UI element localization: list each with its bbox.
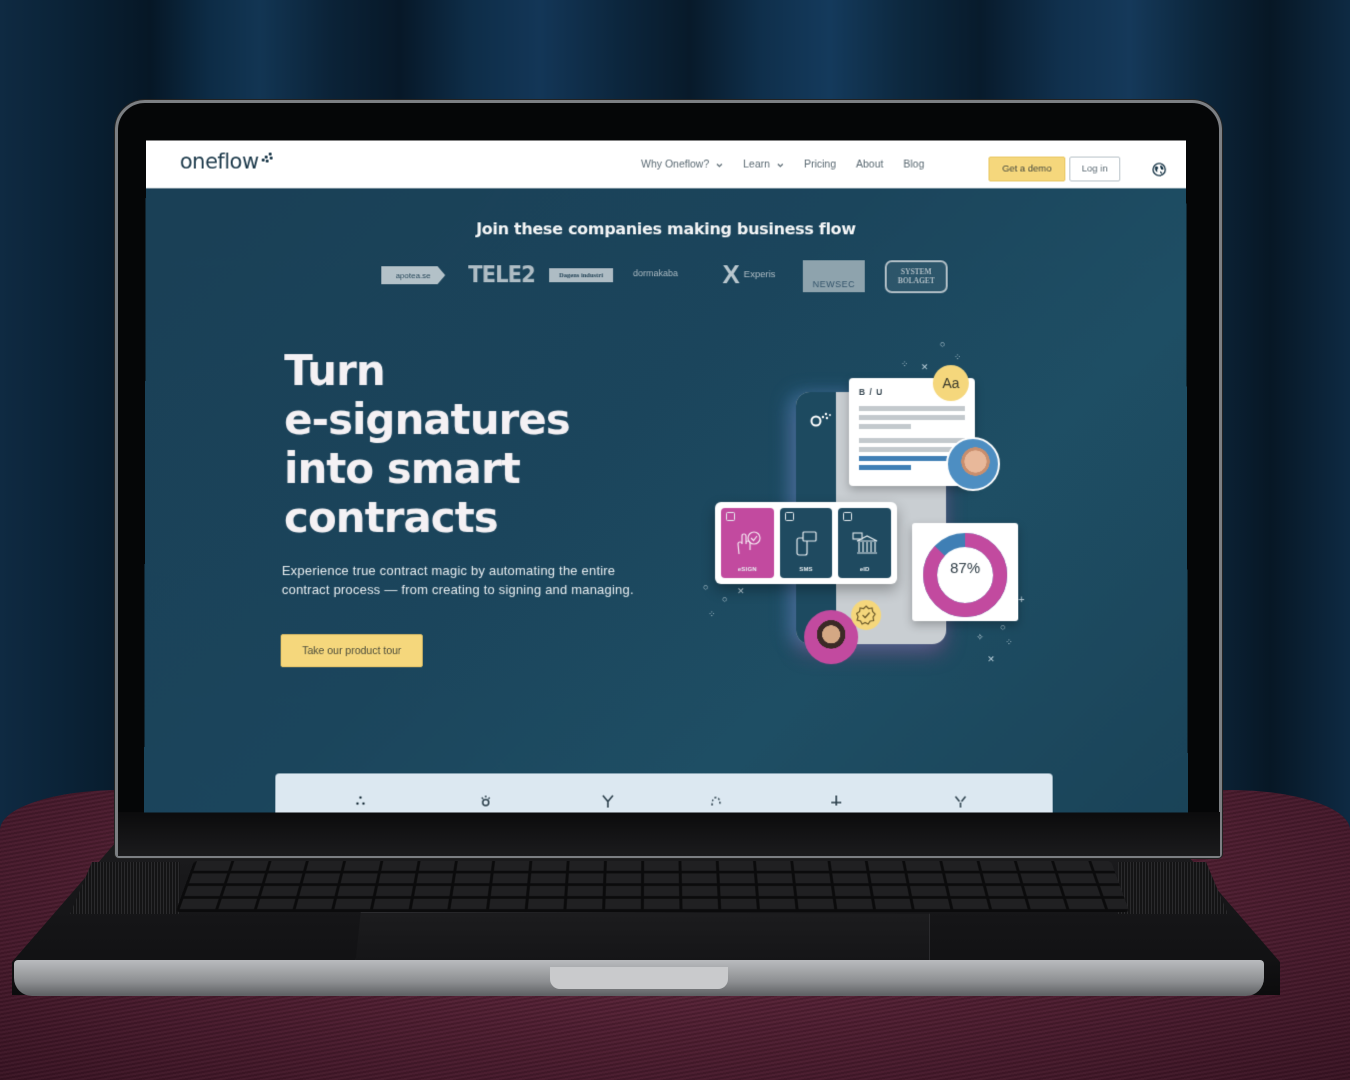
signing-method-card: eSIGN SMS eID [715,502,898,585]
checkbox-icon [784,512,794,522]
experis-wordmark: Experis [743,268,776,280]
cross-sparkle-icon: ✕ [987,654,995,665]
sign-option-eid: eID [838,508,892,579]
donut-percent-label: 87% [950,560,981,578]
features-panel [275,773,1053,813]
main-nav: Why Oneflow? Learn Pricing About Blog [641,141,944,189]
logo-dormakaba: dormakaba [633,268,679,279]
text-line-highlighted [858,465,911,471]
globe-icon[interactable] [1152,163,1166,177]
sms-phone-icon [796,531,817,556]
feature-icon-1 [356,796,365,805]
nav-why-oneflow-label: Why Oneflow? [641,158,710,171]
hero-title-line: contracts [283,493,498,543]
circle-sparkle-icon: ○ [939,339,946,350]
text-line [858,424,911,430]
sign-option-label: eID [859,567,870,574]
product-tour-button[interactable]: Take our product tour [280,634,423,668]
bank-id-icon [851,532,877,554]
avatar-woman [804,610,859,665]
font-badge: Aa [932,365,969,402]
hero-title: Turn e-signatures into smart contracts [284,346,684,542]
log-in-button[interactable]: Log in [1069,156,1121,182]
feature-icon-5 [829,794,843,808]
laptop-bezel-bottom [118,812,1220,856]
hero-title-line: into smart [283,444,520,494]
customer-logos: apotea.se TELE2 Dagens industri dormakab… [381,258,960,298]
checkbox-icon [726,512,736,522]
nav-learn-label: Learn [743,158,770,171]
cross-sparkle-icon: ✕ [920,362,929,373]
circle-sparkle-icon: ○ [722,594,728,605]
laptop-screen-website: oneflow Why Oneflow? Learn Pricing About… [144,140,1188,813]
hero-subtitle: Experience true contract magic by automa… [281,563,634,598]
experis-x-mark: X [722,259,740,290]
circle-sparkle-icon: ○ [703,582,709,593]
avatar-man [945,437,1001,492]
laptop-keyboard [175,861,1130,912]
hero-title-line: Turn [284,346,385,396]
site-header: oneflow Why Oneflow? Learn Pricing About… [145,140,1187,189]
verified-badge [851,600,882,631]
chevron-down-icon [777,161,784,168]
feature-icon-2 [479,794,493,808]
logo-apotea: apotea.se [381,266,445,284]
nav-about[interactable]: About [856,159,883,171]
feature-icon-3 [601,794,615,808]
hero-title-line: e-signatures [284,395,570,445]
completion-donut-card: 87% [912,523,1019,622]
plus-sparkle-icon: + [1018,594,1025,607]
logo-tele2: TELE2 [468,262,536,289]
logos-section-title: Join these companies making business flo… [476,219,856,239]
cross-sparkle-icon: ✕ [737,586,745,597]
logo-dagens-industri: Dagens industri [549,268,614,283]
nav-why-oneflow[interactable]: Why Oneflow? [641,159,723,171]
text-line [858,438,965,444]
hero-illustration: ○ ⁘ ✕ ⁘ ○ ✕ ○ ⁘ + ○ ✧ ⁘ ✕ B / U Aa eSIGN… [693,330,1033,675]
dots-sparkle-icon: ⁘ [1005,637,1013,648]
feature-icon-4 [709,794,723,808]
laptop-notch [550,967,728,989]
logo-dots-icon [261,152,274,163]
checkbox-icon [843,512,853,522]
sparkle-icon: ✧ [976,632,984,643]
oneflow-logo[interactable]: oneflow [180,150,259,174]
circle-sparkle-icon: ○ [1000,622,1006,633]
touch-sign-icon [737,531,761,554]
verified-seal-icon [856,605,876,625]
chevron-down-icon [716,161,723,168]
oneflow-mark-icon [810,412,832,427]
dots-sparkle-icon: ⁘ [708,609,716,620]
feature-icon-6 [953,794,967,808]
logo-experis: X Experis [715,259,783,290]
sign-option-label: eSIGN [737,567,757,574]
nav-blog[interactable]: Blog [903,159,924,171]
systembolaget-line-2: BOLAGET [897,275,935,285]
logo-newsec: NEWSEC [802,260,865,293]
nav-pricing[interactable]: Pricing [804,159,836,171]
text-line [858,406,965,412]
sign-option-label: SMS [799,567,813,574]
sign-option-sms: SMS [779,508,833,579]
nav-learn[interactable]: Learn [743,159,784,171]
laptop-trackpad [355,912,930,967]
dots-sparkle-icon: ⁘ [900,359,909,370]
text-format-toolbar: B / U [858,387,884,398]
logo-systembolaget: SYSTEM BOLAGET [884,260,948,294]
get-a-demo-button[interactable]: Get a demo [988,156,1066,182]
sign-option-esign: eSIGN [721,508,774,579]
dots-sparkle-icon: ⁘ [953,352,962,363]
text-line [858,415,965,421]
